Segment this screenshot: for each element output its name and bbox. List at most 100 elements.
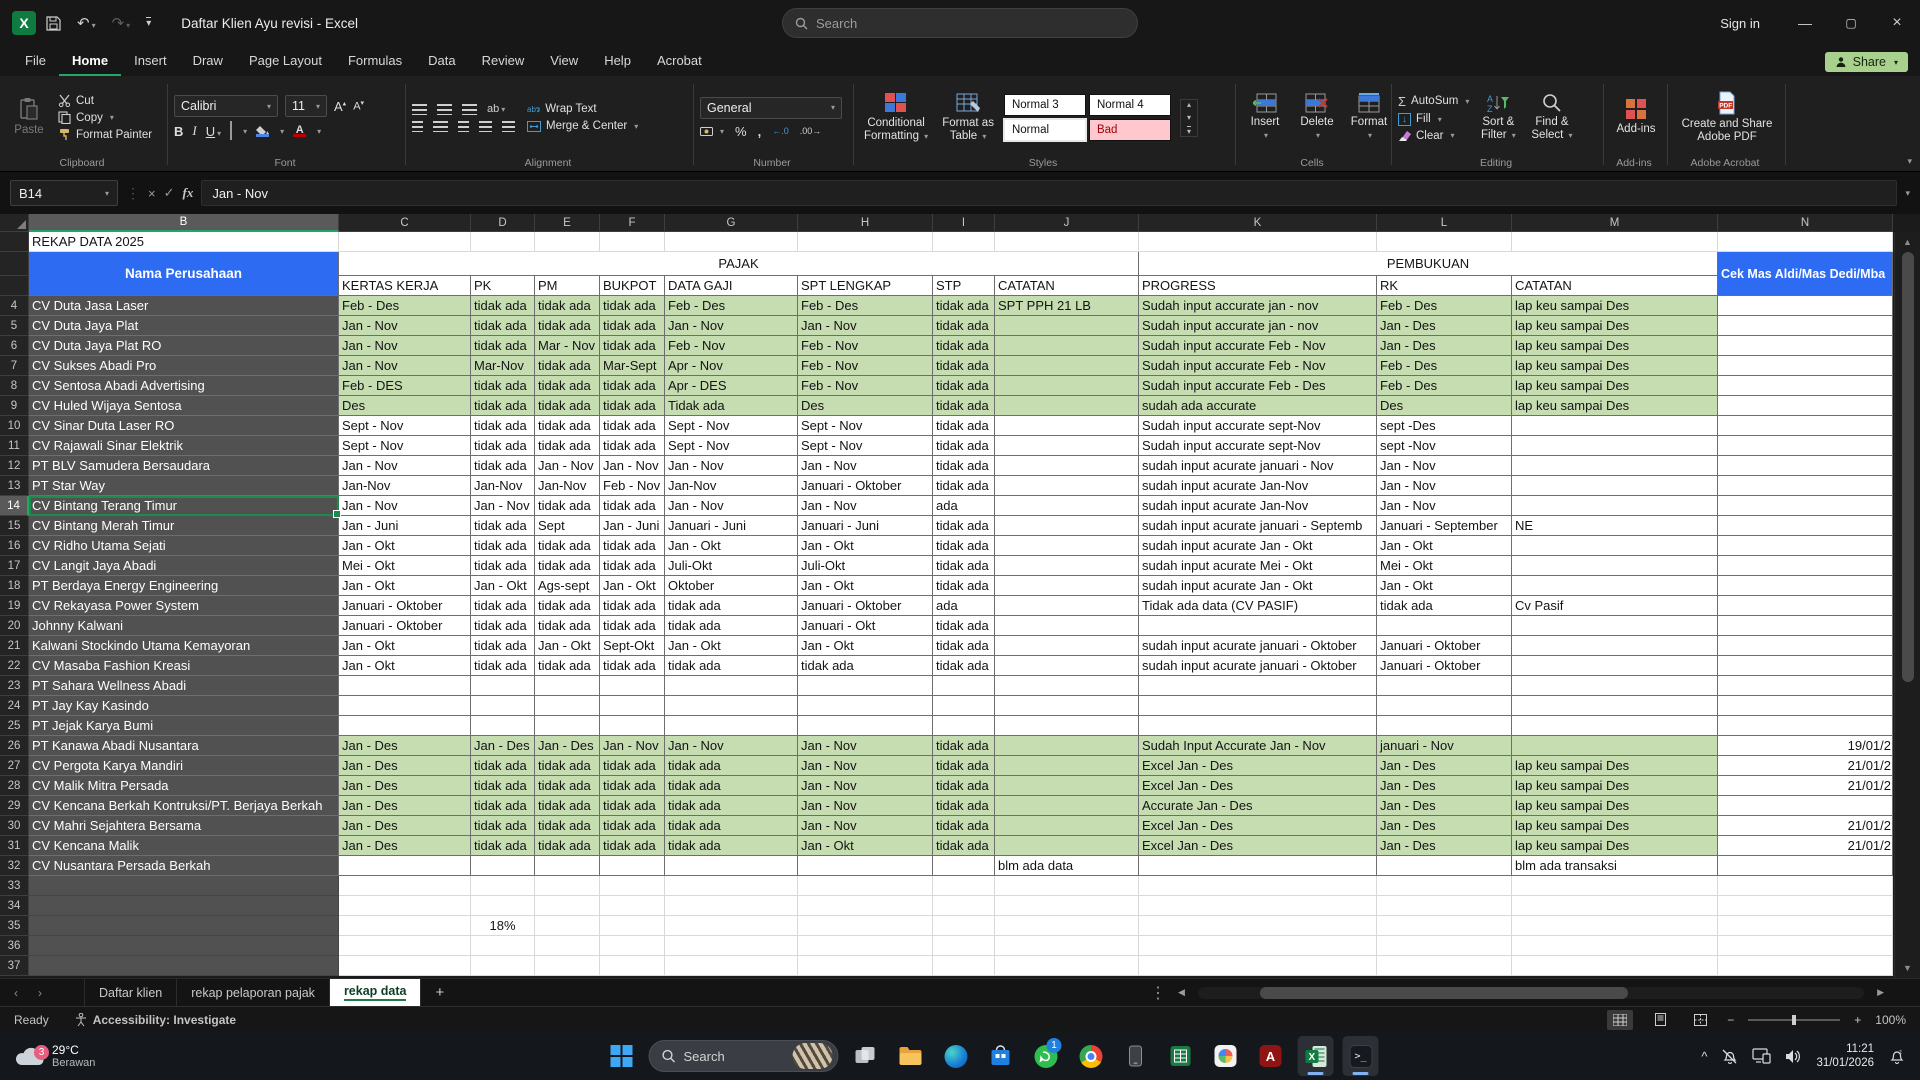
cell-M30[interactable]: lap keu sampai Des [1512,816,1718,836]
sheet-nav-prev-icon[interactable]: ‹ [14,986,18,1000]
cell-H28[interactable]: Jan - Nov [798,776,933,796]
cell-B23[interactable]: PT Sahara Wellness Abadi [29,676,339,696]
cell-F7[interactable]: Mar-Sept [600,356,665,376]
cell-L17[interactable]: Mei - Okt [1377,556,1512,576]
cell-K18[interactable]: sudah input acurate Jan - Okt [1139,576,1377,596]
cell-G17[interactable]: Juli-Okt [665,556,798,576]
cell-L34[interactable] [1377,896,1512,916]
cell-N4[interactable] [1718,296,1893,316]
cell-C17[interactable]: Mei - Okt [339,556,471,576]
cell-E30[interactable]: tidak ada [535,816,600,836]
cell-F18[interactable]: Jan - Okt [600,576,665,596]
cell-N29[interactable] [1718,796,1893,816]
cell-N31[interactable]: 21/01/2 [1718,836,1893,856]
cell-subheader-L3[interactable]: RK [1377,276,1512,296]
cell-L5[interactable]: Jan - Des [1377,316,1512,336]
ribbon-tab-file[interactable]: File [12,48,59,76]
cell-F27[interactable]: tidak ada [600,756,665,776]
excel-taskbar-icon[interactable]: X [1298,1036,1334,1076]
sheet-tab-rekap-pelaporan-pajak[interactable]: rekap pelaporan pajak [177,979,330,1006]
col-header-L[interactable]: L [1377,214,1512,232]
cell-L33[interactable] [1377,876,1512,896]
cell-D27[interactable]: tidak ada [471,756,535,776]
zoom-slider-thumb[interactable] [1792,1015,1796,1025]
row-header-31[interactable]: 31 [0,836,29,856]
increase-decimal-icon[interactable]: ←.0 [772,126,789,136]
cell-H37[interactable] [798,956,933,976]
row-header-16[interactable]: 16 [0,536,29,556]
cell-F15[interactable]: Jan - Juni [600,516,665,536]
ribbon-tab-page-layout[interactable]: Page Layout [236,48,335,76]
cell-D13[interactable]: Jan-Nov [471,476,535,496]
cell-D9[interactable]: tidak ada [471,396,535,416]
minimize-button[interactable]: — [1782,0,1828,46]
vertical-scrollbar[interactable]: ▲ ▼ [1894,232,1920,978]
cell-N21[interactable] [1718,636,1893,656]
col-header-G[interactable]: G [665,214,798,232]
decrease-font-icon[interactable]: A▾ [353,99,364,113]
cell-F20[interactable]: tidak ada [600,616,665,636]
cell-F4[interactable]: tidak ada [600,296,665,316]
col-header-E[interactable]: E [535,214,600,232]
cell-H30[interactable]: Jan - Nov [798,816,933,836]
cell-G8[interactable]: Apr - DES [665,376,798,396]
cell-D8[interactable]: tidak ada [471,376,535,396]
cell-B4[interactable]: CV Duta Jasa Laser [29,296,339,316]
cell-I26[interactable]: tidak ada [933,736,995,756]
cell-E24[interactable] [535,696,600,716]
cell-B17[interactable]: CV Langit Jaya Abadi [29,556,339,576]
cell-H18[interactable]: Jan - Okt [798,576,933,596]
cell-D20[interactable]: tidak ada [471,616,535,636]
cell-B10[interactable]: CV Sinar Duta Laser RO [29,416,339,436]
cell-H23[interactable] [798,676,933,696]
cell-E18[interactable]: Ags-sept [535,576,600,596]
row-header-30[interactable]: 30 [0,816,29,836]
row-header-5[interactable]: 5 [0,316,29,336]
cell-M14[interactable] [1512,496,1718,516]
row-header-35[interactable]: 35 [0,916,29,936]
cell-E21[interactable]: Jan - Okt [535,636,600,656]
cell-J35[interactable] [995,916,1139,936]
cell-M17[interactable] [1512,556,1718,576]
cell-H27[interactable]: Jan - Nov [798,756,933,776]
row-header-27[interactable]: 27 [0,756,29,776]
excel-app-icon[interactable]: X [12,11,36,35]
cell-D11[interactable]: tidak ada [471,436,535,456]
cell-F23[interactable] [600,676,665,696]
cell-J26[interactable] [995,736,1139,756]
normal-view-button[interactable] [1607,1010,1633,1030]
cell-L18[interactable]: Jan - Okt [1377,576,1512,596]
cell-E35[interactable] [535,916,600,936]
align-top-icon[interactable] [412,104,427,115]
cell-H1[interactable] [798,232,933,252]
cell-M7[interactable]: lap keu sampai Des [1512,356,1718,376]
cell-D23[interactable] [471,676,535,696]
cell-G9[interactable]: Tidak ada [665,396,798,416]
cell-L4[interactable]: Feb - Des [1377,296,1512,316]
cell-E14[interactable]: tidak ada [535,496,600,516]
cell-B24[interactable]: PT Jay Kay Kasindo [29,696,339,716]
cell-I27[interactable]: tidak ada [933,756,995,776]
cell-H25[interactable] [798,716,933,736]
cell-C9[interactable]: Des [339,396,471,416]
cell-C25[interactable] [339,716,471,736]
cell-K19[interactable]: Tidak ada data (CV PASIF) [1139,596,1377,616]
taskbar-search[interactable]: Search [649,1040,839,1072]
cell-G24[interactable] [665,696,798,716]
cell-J23[interactable] [995,676,1139,696]
cell-M8[interactable]: lap keu sampai Des [1512,376,1718,396]
cell-G4[interactable]: Feb - Des [665,296,798,316]
cell-G13[interactable]: Jan-Nov [665,476,798,496]
cell-N15[interactable] [1718,516,1893,536]
cell-L31[interactable]: Jan - Des [1377,836,1512,856]
cell-K22[interactable]: sudah input acurate januari - Oktober [1139,656,1377,676]
cell-D26[interactable]: Jan - Des [471,736,535,756]
cell-style-normal[interactable]: Normal [1004,119,1086,141]
cell-G22[interactable]: tidak ada [665,656,798,676]
sign-in-button[interactable]: Sign in [1720,16,1760,31]
ribbon-tab-insert[interactable]: Insert [121,48,180,76]
cell-M18[interactable] [1512,576,1718,596]
cell-K15[interactable]: sudah input acurate januari - Septemb [1139,516,1377,536]
cell-G30[interactable]: tidak ada [665,816,798,836]
cell-K34[interactable] [1139,896,1377,916]
